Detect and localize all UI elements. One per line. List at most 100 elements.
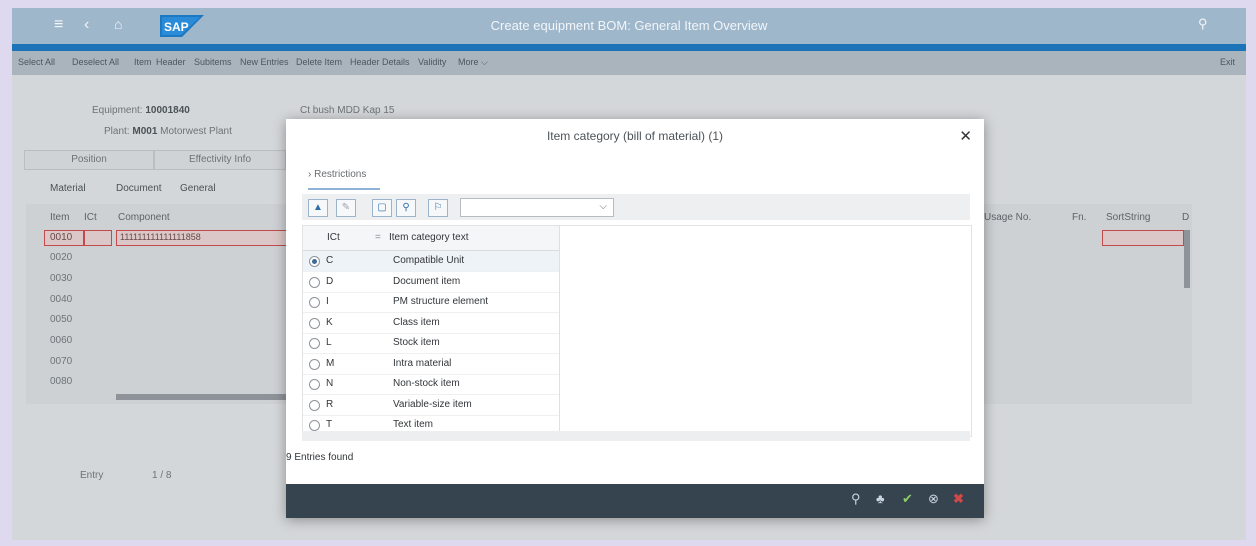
find-next-icon[interactable]: ⚐ [428, 199, 448, 217]
hierarchy-icon[interactable]: ♣ [876, 491, 885, 506]
item-category-code: K [326, 316, 333, 328]
column-d: D [1182, 212, 1190, 223]
row-radio-button[interactable] [309, 399, 320, 411]
find-icon[interactable]: ⚲ [396, 199, 416, 217]
ict-input-0010[interactable] [84, 230, 112, 246]
dialog-title: Item category (bill of material) (1) [546, 129, 724, 143]
toolbar-deselect-all[interactable]: Deselect All [72, 57, 119, 67]
window-title: Create equipment BOM: General Item Overv… [490, 18, 768, 33]
toolbar-new-entries[interactable]: New Entries [240, 57, 289, 67]
copy-icon[interactable]: ▢ [372, 199, 392, 217]
entry-label: Entry [80, 470, 104, 481]
column-sortstring: SortString [1106, 212, 1151, 223]
tab-position[interactable]: Position [24, 150, 154, 170]
toolbar-subitems[interactable]: Subitems [194, 57, 232, 67]
row-radio-button[interactable] [309, 379, 320, 390]
chevron-down-icon: ⌵ [599, 201, 607, 212]
edit-icon[interactable]: ✎ [336, 199, 356, 217]
item-category-text: Compatible Unit [393, 255, 465, 266]
search-icon[interactable]: ⚲ [1198, 16, 1208, 32]
column-component: Component [118, 212, 170, 223]
table-vertical-scrollbar[interactable] [1184, 230, 1190, 288]
grid-row[interactable]: N Non-stock item [303, 374, 559, 395]
application-toolbar: Select All Deselect All Item Header Subi… [12, 51, 1246, 75]
item-category-dialog: Item category (bill of material) (1) ✕ ›… [286, 119, 984, 518]
item-category-text: PM structure element [393, 296, 489, 307]
toolbar-header[interactable]: Header [156, 57, 186, 67]
column-ict: ICt [84, 212, 97, 223]
row-radio-button[interactable] [309, 420, 320, 431]
grid-row[interactable]: D Document item [303, 272, 559, 293]
chevron-right-icon: › [308, 169, 312, 180]
item-category-code: I [326, 296, 329, 307]
subtab-general[interactable]: General [180, 183, 216, 194]
row-radio-button[interactable] [309, 338, 320, 349]
table-row-item: 0010 [50, 232, 73, 243]
toolbar-more[interactable]: More ⌵ [458, 57, 488, 68]
tab-effectivity-info[interactable]: Effectivity Info [154, 150, 286, 170]
grid-row[interactable]: L Stock item [303, 333, 559, 354]
equipment-field: Equipment: 10001840 [92, 105, 190, 116]
reset-icon[interactable]: ⊗ [928, 491, 939, 507]
grid-row[interactable]: I PM structure element [303, 292, 559, 313]
entries-found: 9 Entries found [286, 452, 354, 463]
component-value: 111111111111111858 [120, 232, 201, 242]
restrictions-label: Restrictions [314, 169, 367, 180]
grid-row[interactable]: R Variable-size item [303, 395, 559, 416]
item-category-code: T [326, 419, 333, 430]
toolbar-exit[interactable]: Exit [1220, 57, 1235, 67]
item-category-text: Document item [393, 275, 461, 287]
plant-field: Plant: M001 Motorwest Plant [104, 126, 232, 137]
grid-row[interactable]: K Class item [303, 313, 559, 334]
grid-header: ICt = Item category text [303, 226, 559, 251]
layout-select[interactable]: ⌵ [460, 198, 614, 217]
row-radio-button[interactable] [309, 358, 320, 370]
toolbar-delete-item[interactable]: Delete Item [296, 57, 342, 67]
item-category-code: C [326, 255, 334, 266]
column-usage-no: Usage No. [984, 212, 1032, 223]
toolbar-header-details[interactable]: Header Details [350, 57, 410, 67]
subtab-material[interactable]: Material [50, 183, 86, 194]
grid-row[interactable]: M Intra material [303, 354, 559, 375]
item-category-text: Intra material [393, 357, 452, 369]
grid-row[interactable]: C Compatible Unit [303, 251, 559, 272]
grid-column-divider [559, 226, 560, 436]
equipment-label: Equipment: [92, 105, 143, 116]
item-category-code: R [326, 398, 334, 410]
column-item: Item [50, 212, 70, 223]
table-row-item: 0040 [50, 294, 73, 305]
item-category-text: Class item [393, 316, 440, 328]
restrictions-toggle[interactable]: › Restrictions [308, 169, 366, 180]
row-radio-button[interactable] [309, 276, 320, 288]
item-category-text: Variable-size item [393, 398, 472, 410]
cancel-icon[interactable]: ✖ [953, 491, 964, 507]
plant-code: M001 [132, 126, 158, 137]
column-ict-header[interactable]: ICt [327, 232, 340, 243]
toolbar-validity[interactable]: Validity [418, 57, 446, 67]
check-icon[interactable]: ✔ [902, 491, 913, 507]
sort-icon[interactable]: ▲ [308, 199, 328, 217]
grid-horizontal-scrollbar[interactable] [302, 431, 970, 441]
item-category-text: Non-stock item [393, 378, 460, 389]
toolbar-item[interactable]: Item [134, 57, 152, 67]
equipment-description: Ct bush MDD Kap 15 [300, 105, 395, 116]
toolbar-select-all[interactable]: Select All [18, 57, 55, 67]
row-radio-button[interactable] [309, 317, 320, 329]
dialog-footer: ⚲ ♣ ✔ ⊗ ✖ [286, 484, 984, 518]
sortstring-input-0010[interactable] [1102, 230, 1184, 246]
plant-label: Plant: [104, 126, 130, 137]
row-radio-button[interactable] [309, 297, 320, 308]
table-row-item: 0030 [50, 273, 73, 284]
item-category-text: Text item [393, 419, 434, 430]
item-category-code: L [326, 337, 332, 348]
column-fn: Fn. [1072, 212, 1087, 223]
search-icon[interactable]: ⚲ [851, 491, 861, 507]
item-category-text: Stock item [393, 337, 440, 348]
table-row-item: 0060 [50, 335, 73, 346]
entry-value: 1 / 8 [152, 470, 172, 481]
close-icon[interactable]: ✕ [959, 127, 972, 145]
table-row-item: 0020 [50, 252, 73, 263]
subtab-document[interactable]: Document [116, 183, 162, 194]
row-radio-button[interactable] [309, 256, 320, 267]
column-item-category-text-header[interactable]: Item category text [389, 232, 468, 243]
